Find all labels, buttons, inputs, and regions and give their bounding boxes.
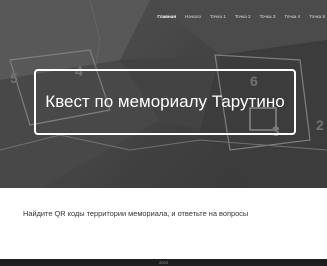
quest-description: Найдите QR коды территории мемориала, и … [23, 209, 249, 218]
footer: 2023 [0, 259, 327, 266]
nav-item-start[interactable]: Начало [185, 14, 201, 19]
nav-item-home[interactable]: Главная [157, 14, 176, 19]
hero-banner: 5 4 6 3 2 Главная Начало Точка 1 Точка 2… [0, 0, 327, 188]
nav-item-point-1[interactable]: Точка 1 [210, 14, 226, 19]
hero-title-box: Квест по мемориалу Тарутино [34, 69, 296, 135]
nav-item-point-3[interactable]: Точка 3 [260, 14, 276, 19]
nav-item-point-2[interactable]: Точка 2 [235, 14, 251, 19]
nav-item-point-5[interactable]: Точка 5 [309, 14, 325, 19]
nav-item-point-4[interactable]: Точка 4 [284, 14, 300, 19]
footer-text: 2023 [159, 260, 168, 265]
main-content: Найдите QR коды территории мемориала, и … [0, 188, 327, 259]
page-title: Квест по мемориалу Тарутино [45, 92, 285, 111]
top-navigation: Главная Начало Точка 1 Точка 2 Точка 3 Т… [148, 14, 325, 19]
